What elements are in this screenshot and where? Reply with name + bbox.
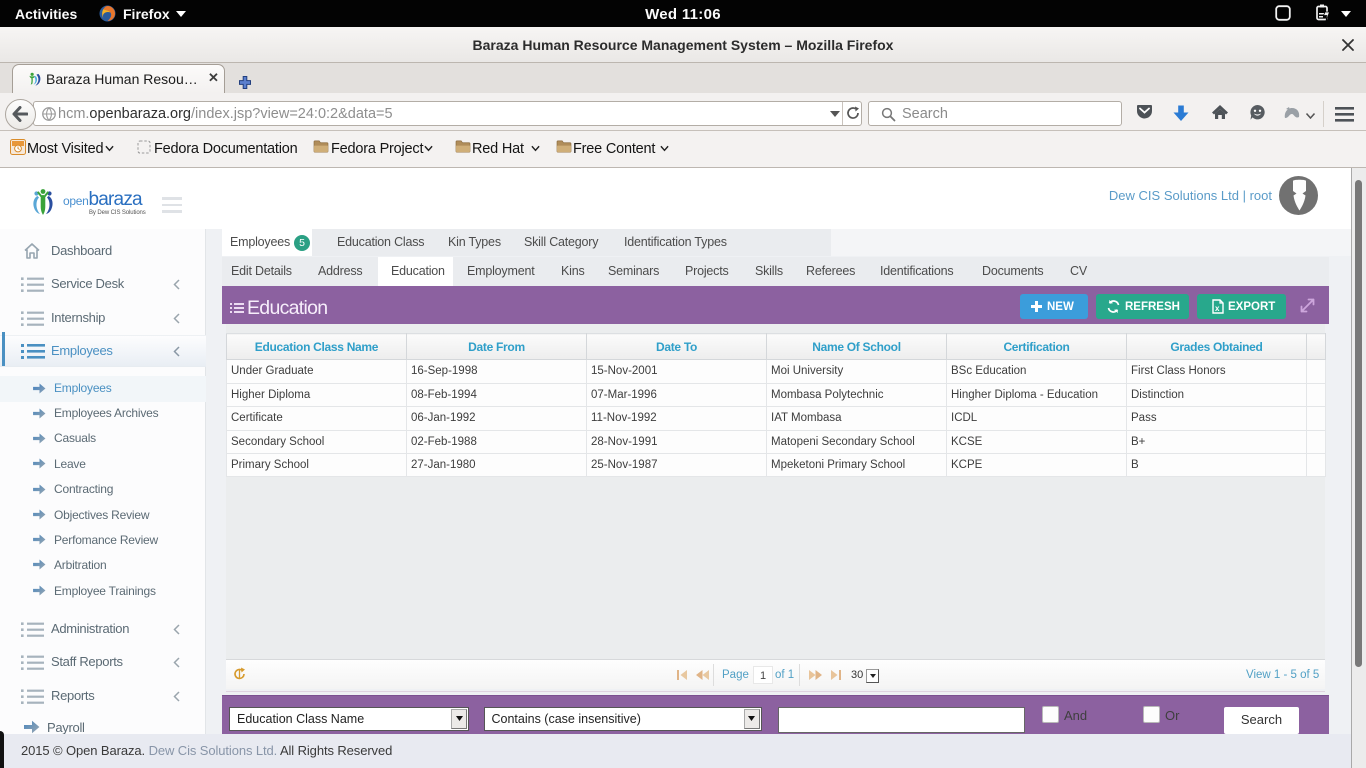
svg-text:x: x	[1215, 304, 1220, 313]
